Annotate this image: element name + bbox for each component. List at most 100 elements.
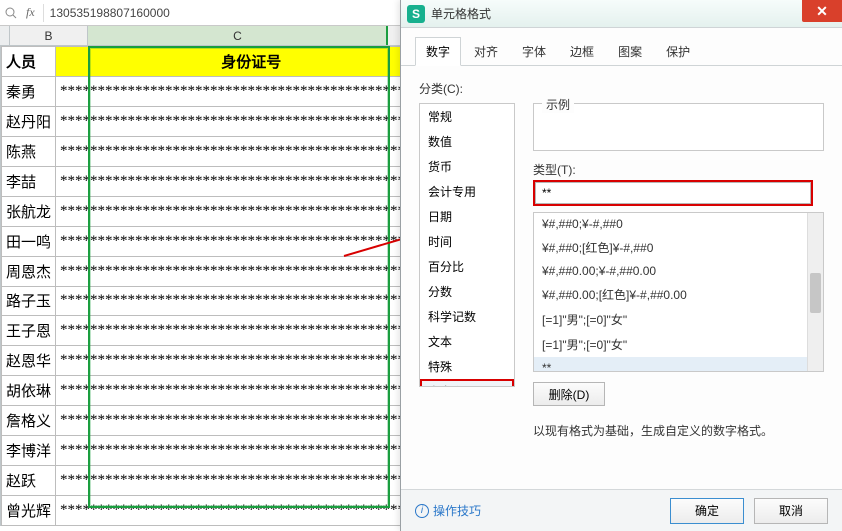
tips-link[interactable]: i 操作技巧 [415, 502, 481, 519]
close-icon: ✕ [816, 3, 828, 20]
category-item-fraction[interactable]: 分数 [420, 279, 514, 304]
cell-id[interactable]: ****************************************… [56, 376, 448, 406]
header-name[interactable]: 人员 [2, 47, 56, 77]
category-item-number[interactable]: 数值 [420, 129, 514, 154]
format-item[interactable]: ¥#,##0.00;¥-#,##0.00 [534, 260, 823, 282]
cell-name[interactable]: 胡依琳 [2, 376, 56, 406]
cell-id[interactable]: ****************************************… [56, 136, 448, 166]
tab-number[interactable]: 数字 [415, 37, 461, 66]
hint-text: 以现有格式为基础，生成自定义的数字格式。 [533, 422, 824, 439]
cell-name[interactable]: 赵丹阳 [2, 106, 56, 136]
table-row: 詹格义*************************************… [2, 406, 448, 436]
format-item[interactable]: ¥#,##0.00;[红色]¥-#,##0.00 [534, 282, 823, 307]
column-header-c[interactable]: C [88, 26, 388, 45]
column-header-b[interactable]: B [10, 26, 88, 45]
tab-border[interactable]: 边框 [559, 37, 605, 66]
tab-align[interactable]: 对齐 [463, 37, 509, 66]
category-item-scientific[interactable]: 科学记数 [420, 304, 514, 329]
dialog-tabs: 数字 对齐 字体 边框 图案 保护 [401, 28, 842, 66]
cell-name[interactable]: 李喆 [2, 166, 56, 196]
cell-id[interactable]: ****************************************… [56, 256, 448, 286]
table-row: 赵恩华*************************************… [2, 346, 448, 376]
tab-font[interactable]: 字体 [511, 37, 557, 66]
table-row: 赵跃**************************************… [2, 466, 448, 496]
cell-id[interactable]: ****************************************… [56, 436, 448, 466]
category-item-accounting[interactable]: 会计专用 [420, 179, 514, 204]
table-row: 胡依琳*************************************… [2, 376, 448, 406]
table-row: 张航龙*************************************… [2, 196, 448, 226]
number-panel: 分类(C): 常规 数值 货币 会计专用 日期 时间 百分比 分数 科学记数 文… [401, 66, 842, 453]
category-item-date[interactable]: 日期 [420, 204, 514, 229]
cell-id[interactable]: ****************************************… [56, 106, 448, 136]
table-row: 田一鸣*************************************… [2, 226, 448, 256]
data-grid[interactable]: 人员 身份证号 秦勇******************************… [1, 46, 448, 526]
column-headers: B C [0, 26, 400, 46]
row-number-column [0, 26, 10, 45]
scrollbar[interactable] [807, 213, 823, 371]
cell-id[interactable]: ****************************************… [56, 406, 448, 436]
category-label: 分类(C): [419, 80, 824, 97]
app-icon: S [407, 5, 425, 23]
tab-protect[interactable]: 保护 [655, 37, 701, 66]
cell-id[interactable]: ****************************************… [56, 496, 448, 526]
cell-id[interactable]: ****************************************… [56, 226, 448, 256]
cell-name[interactable]: 田一鸣 [2, 226, 56, 256]
tab-pattern[interactable]: 图案 [607, 37, 653, 66]
category-item-text[interactable]: 文本 [420, 329, 514, 354]
spreadsheet: fx 130535198807160000 B C 人员 身份证号 秦勇****… [0, 0, 400, 531]
zoom-icon [4, 6, 18, 20]
type-input-highlight [533, 180, 813, 206]
header-id[interactable]: 身份证号 [56, 47, 448, 77]
cell-name[interactable]: 周恩杰 [2, 256, 56, 286]
cell-name[interactable]: 王子恩 [2, 316, 56, 346]
formula-bar: fx 130535198807160000 [0, 0, 400, 26]
cell-name[interactable]: 曾光辉 [2, 496, 56, 526]
close-button[interactable]: ✕ [802, 0, 842, 22]
cell-id[interactable]: ****************************************… [56, 286, 448, 316]
delete-button[interactable]: 删除(D) [533, 382, 605, 406]
cell-name[interactable]: 路子玉 [2, 286, 56, 316]
scrollbar-thumb[interactable] [810, 273, 821, 313]
cell-id[interactable]: ****************************************… [56, 346, 448, 376]
cancel-button[interactable]: 取消 [754, 498, 828, 524]
cell-name[interactable]: 秦勇 [2, 76, 56, 106]
format-item[interactable]: ¥#,##0;[红色]¥-#,##0 [534, 235, 823, 260]
cell-id[interactable]: ****************************************… [56, 196, 448, 226]
formula-bar-value[interactable]: 130535198807160000 [43, 4, 396, 22]
format-item[interactable]: ¥#,##0;¥-#,##0 [534, 213, 823, 235]
example-box: 示例 [533, 103, 824, 151]
cell-id[interactable]: ****************************************… [56, 316, 448, 346]
example-label: 示例 [542, 96, 574, 113]
type-label: 类型(T): [533, 161, 824, 178]
cell-id[interactable]: ****************************************… [56, 166, 448, 196]
format-item[interactable]: [=1]"男";[=0]"女" [534, 307, 823, 332]
table-row: 路子玉*************************************… [2, 286, 448, 316]
dialog-title: 单元格格式 [431, 5, 842, 22]
cell-format-dialog: S 单元格格式 ✕ 数字 对齐 字体 边框 图案 保护 分类(C): 常规 数值… [400, 0, 842, 531]
cell-id[interactable]: ****************************************… [56, 76, 448, 106]
category-item-special[interactable]: 特殊 [420, 354, 514, 379]
ok-button[interactable]: 确定 [670, 498, 744, 524]
header-row: 人员 身份证号 [2, 47, 448, 77]
dialog-titlebar[interactable]: S 单元格格式 ✕ [401, 0, 842, 28]
category-item-general[interactable]: 常规 [420, 104, 514, 129]
format-item[interactable]: ** [534, 357, 823, 372]
category-item-percent[interactable]: 百分比 [420, 254, 514, 279]
cell-name[interactable]: 赵跃 [2, 466, 56, 496]
cell-name[interactable]: 詹格义 [2, 406, 56, 436]
table-row: 赵丹阳*************************************… [2, 106, 448, 136]
category-item-custom[interactable]: 自定义 [420, 379, 514, 387]
table-row: 曾光辉*************************************… [2, 496, 448, 526]
format-item[interactable]: [=1]"男";[=0]"女" [534, 332, 823, 357]
category-list[interactable]: 常规 数值 货币 会计专用 日期 时间 百分比 分数 科学记数 文本 特殊 自定… [419, 103, 515, 387]
cell-name[interactable]: 李博洋 [2, 436, 56, 466]
category-item-time[interactable]: 时间 [420, 229, 514, 254]
type-input[interactable] [535, 182, 811, 204]
table-row: 李喆**************************************… [2, 166, 448, 196]
format-list[interactable]: ¥#,##0;¥-#,##0 ¥#,##0;[红色]¥-#,##0 ¥#,##0… [533, 212, 824, 372]
category-item-currency[interactable]: 货币 [420, 154, 514, 179]
cell-name[interactable]: 陈燕 [2, 136, 56, 166]
cell-name[interactable]: 张航龙 [2, 196, 56, 226]
cell-id[interactable]: ****************************************… [56, 466, 448, 496]
cell-name[interactable]: 赵恩华 [2, 346, 56, 376]
